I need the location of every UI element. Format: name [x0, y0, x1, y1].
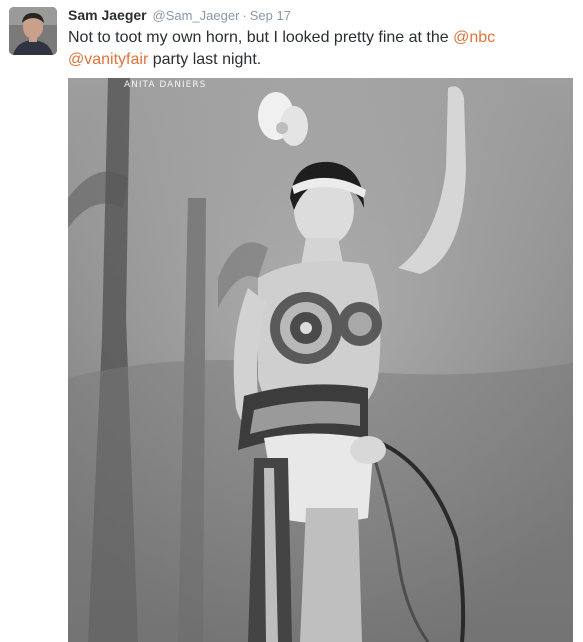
user-handle[interactable]: @Sam_Jaeger [153, 8, 240, 23]
photo-caption: ANITA DANIERS [124, 80, 207, 90]
tweet-card: Sam Jaeger @Sam_Jaeger · Sep 17 Not to too… [0, 0, 583, 642]
mention-nbc[interactable]: @nbc [453, 29, 495, 46]
display-name[interactable]: Sam Jaeger [68, 7, 147, 23]
tweet-header: Sam Jaeger @Sam_Jaeger · Sep 17 [68, 6, 291, 25]
tweet-text: Not to toot my own horn, but I looked pr… [68, 27, 558, 71]
avatar[interactable] [9, 7, 57, 55]
separator-dot: · [242, 8, 247, 23]
mention-vanityfair[interactable]: @vanityfair [68, 51, 148, 68]
tweet-text-part2: party last night. [148, 51, 262, 68]
tweet-date[interactable]: Sep 17 [250, 8, 291, 23]
tweet-text-part1: Not to toot my own horn, but I looked pr… [68, 29, 454, 46]
tweet-photo[interactable]: ANITA DANIERS [68, 78, 573, 642]
